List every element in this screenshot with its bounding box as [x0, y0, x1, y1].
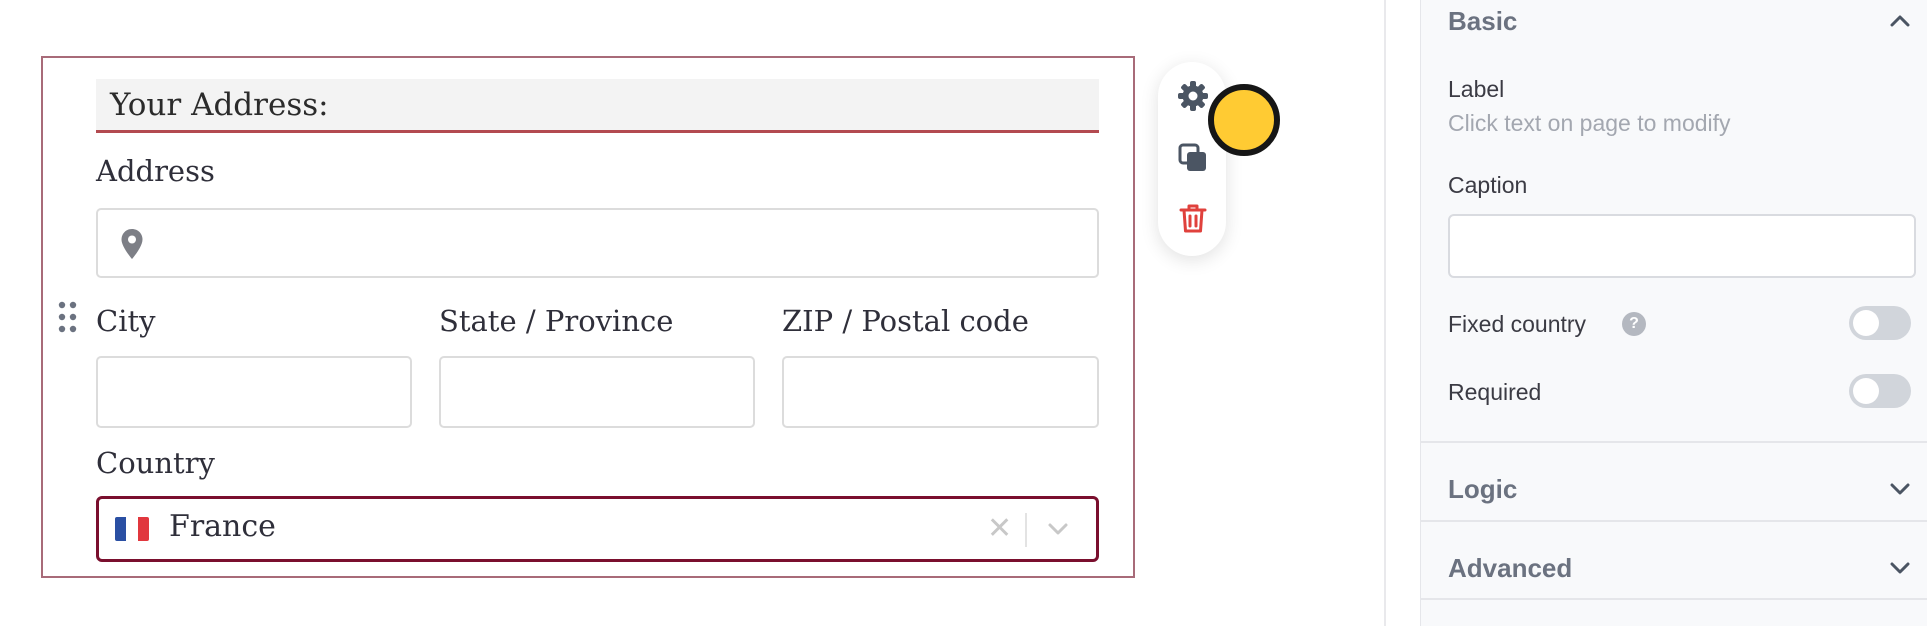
label-field-title: Label	[1448, 76, 1505, 102]
country-select[interactable]: France ✕	[96, 496, 1099, 562]
chevron-down-icon[interactable]	[1889, 482, 1911, 496]
fixed-country-toggle[interactable]	[1849, 306, 1911, 340]
divider	[1421, 441, 1927, 443]
map-pin-icon	[121, 229, 143, 259]
caption-field-title: Caption	[1448, 172, 1528, 198]
address-block[interactable]: Your Address: Address City State / Provi…	[41, 56, 1135, 578]
trash-icon[interactable]	[1177, 202, 1209, 234]
section-title[interactable]: Your Address:	[96, 79, 1099, 133]
chevron-down-icon[interactable]	[1889, 561, 1911, 575]
help-icon[interactable]: ?	[1622, 312, 1646, 336]
address-input[interactable]	[96, 208, 1099, 278]
settings-panel: Basic Label Click text on page to modify…	[1420, 0, 1927, 626]
zip-input[interactable]	[782, 356, 1099, 428]
country-value: France	[169, 509, 276, 544]
city-label: City	[96, 304, 156, 338]
clear-icon[interactable]: ✕	[987, 511, 1012, 547]
copy-icon[interactable]	[1177, 142, 1209, 174]
country-label: Country	[96, 446, 215, 480]
advanced-section-title[interactable]: Advanced	[1448, 553, 1572, 584]
state-label: State / Province	[439, 304, 674, 338]
fixed-country-label: Fixed country	[1448, 311, 1587, 337]
required-label: Required	[1448, 379, 1542, 405]
required-toggle[interactable]	[1849, 374, 1911, 408]
chevron-down-icon[interactable]	[1047, 521, 1069, 537]
state-input[interactable]	[439, 356, 755, 428]
logic-section-title[interactable]: Logic	[1448, 474, 1517, 505]
gear-icon[interactable]	[1177, 80, 1209, 112]
caption-input[interactable]	[1448, 214, 1916, 278]
drag-handle-icon[interactable]	[56, 300, 80, 334]
block-toolbar	[1158, 62, 1226, 256]
chevron-up-icon[interactable]	[1889, 14, 1911, 28]
cursor-indicator	[1208, 84, 1280, 156]
panel-divider	[1384, 0, 1386, 626]
france-flag-icon	[115, 517, 149, 541]
basic-section-title[interactable]: Basic	[1448, 6, 1517, 37]
zip-label: ZIP / Postal code	[782, 304, 1029, 338]
label-field-hint: Click text on page to modify	[1448, 110, 1731, 136]
city-input[interactable]	[96, 356, 412, 428]
address-label: Address	[96, 154, 215, 188]
divider	[1421, 598, 1927, 600]
divider	[1421, 520, 1927, 522]
select-separator	[1025, 513, 1027, 547]
